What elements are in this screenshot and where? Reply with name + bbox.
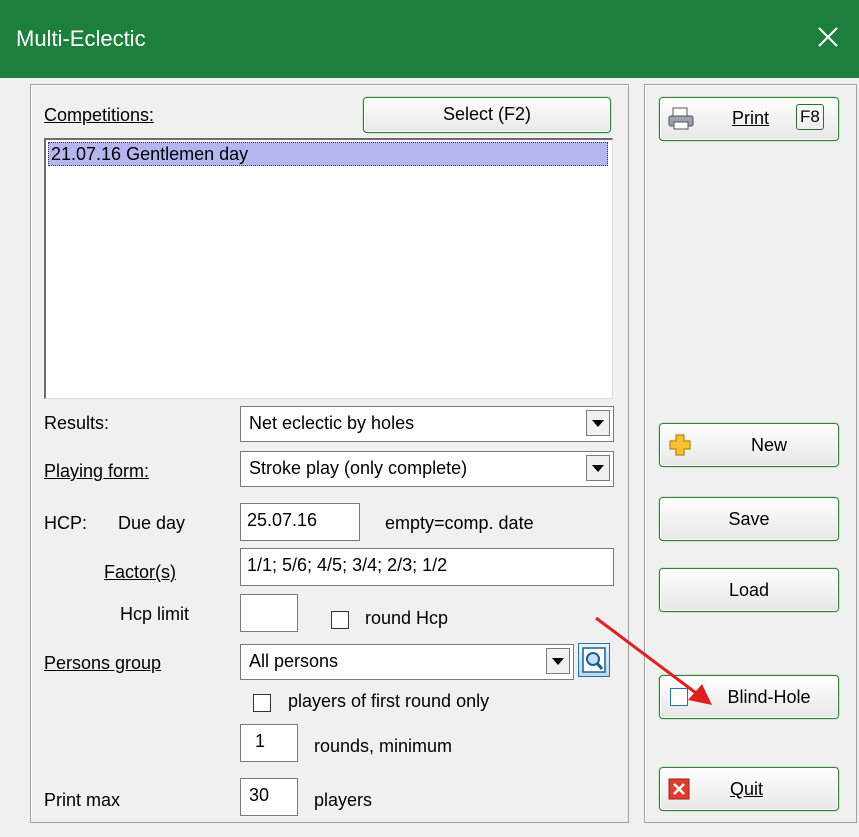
hcp-limit-input[interactable] [240, 594, 298, 632]
results-value: Net eclectic by holes [249, 413, 415, 433]
results-label: Results: [44, 413, 110, 433]
playing-form-value: Stroke play (only complete) [249, 458, 468, 478]
factors-input[interactable]: 1/1; 5/6; 4/5; 3/4; 2/3; 1/2 [240, 548, 614, 586]
select-competitions-button[interactable]: Select (F2) [363, 97, 611, 133]
print-max-label: Print max [44, 790, 121, 810]
blind-hole-label: Blind-Hole [727, 687, 811, 707]
competitions-list[interactable]: 21.07.16 Gentlemen day [44, 138, 613, 399]
plus-icon [669, 434, 691, 456]
close-icon [668, 778, 690, 800]
hcp-limit-label: Hcp limit [120, 604, 190, 624]
first-round-only-checkbox[interactable] [253, 694, 271, 712]
competitions-label: Competitions: [44, 105, 154, 126]
due-day-input[interactable]: 25.07.16 [240, 503, 360, 541]
rounds-minimum-value: 1 [255, 731, 266, 751]
title-bar: Multi-Eclectic [0, 0, 859, 78]
due-day-label: Due day [118, 513, 186, 533]
close-icon[interactable] [811, 20, 845, 54]
annotation-arrow [595, 616, 712, 705]
save-button[interactable]: Save [659, 497, 839, 541]
chevron-down-icon[interactable] [586, 455, 610, 481]
new-button[interactable]: New [659, 423, 839, 467]
due-day-value: 25.07.16 [247, 510, 318, 530]
list-item[interactable]: 21.07.16 Gentlemen day [48, 142, 608, 166]
factors-value: 1/1; 5/6; 4/5; 3/4; 2/3; 1/2 [247, 555, 448, 575]
print-max-unit: players [314, 790, 373, 810]
print-label: Print [732, 108, 770, 128]
first-round-only-label: players of first round only [288, 691, 490, 711]
print-max-value: 30 [249, 785, 270, 805]
due-day-hint: empty=comp. date [385, 513, 534, 533]
print-button[interactable]: Print F8 [659, 97, 839, 141]
quit-button[interactable]: Quit [659, 767, 839, 811]
results-dropdown[interactable]: Net eclectic by holes [240, 406, 614, 442]
chevron-down-icon[interactable] [546, 648, 570, 674]
print-max-input[interactable]: 30 [240, 778, 298, 816]
round-hcp-checkbox[interactable] [331, 611, 349, 629]
competition-name: 21.07.16 Gentlemen day [51, 144, 249, 164]
quit-label: Quit [730, 779, 764, 799]
playing-form-dropdown[interactable]: Stroke play (only complete) [240, 451, 614, 487]
load-label: Load [728, 580, 770, 600]
rounds-minimum-label: rounds, minimum [314, 736, 453, 756]
persons-group-value: All persons [249, 651, 339, 671]
printer-icon [668, 107, 694, 130]
hcp-label: HCP: [44, 513, 88, 533]
print-shortcut-badge: F8 [796, 104, 824, 130]
save-label: Save [728, 509, 770, 529]
new-label: New [750, 435, 787, 455]
select-button-label: Select (F2) [442, 104, 532, 124]
factors-label: Factor(s) [104, 562, 176, 582]
persons-group-dropdown[interactable]: All persons [240, 644, 574, 680]
chevron-down-icon[interactable] [586, 410, 610, 436]
round-hcp-label: round Hcp [365, 608, 449, 628]
load-button[interactable]: Load [659, 568, 839, 612]
competitions-label-text: Competitions: [44, 105, 155, 125]
persons-group-label: Persons group [44, 653, 162, 673]
multi-eclectic-window: Multi-Eclectic Competitions: Select (F2)… [0, 0, 859, 837]
playing-form-label: Playing form: [44, 461, 150, 481]
window-title: Multi-Eclectic [16, 26, 146, 51]
rounds-minimum-input[interactable]: 1 [240, 724, 298, 762]
